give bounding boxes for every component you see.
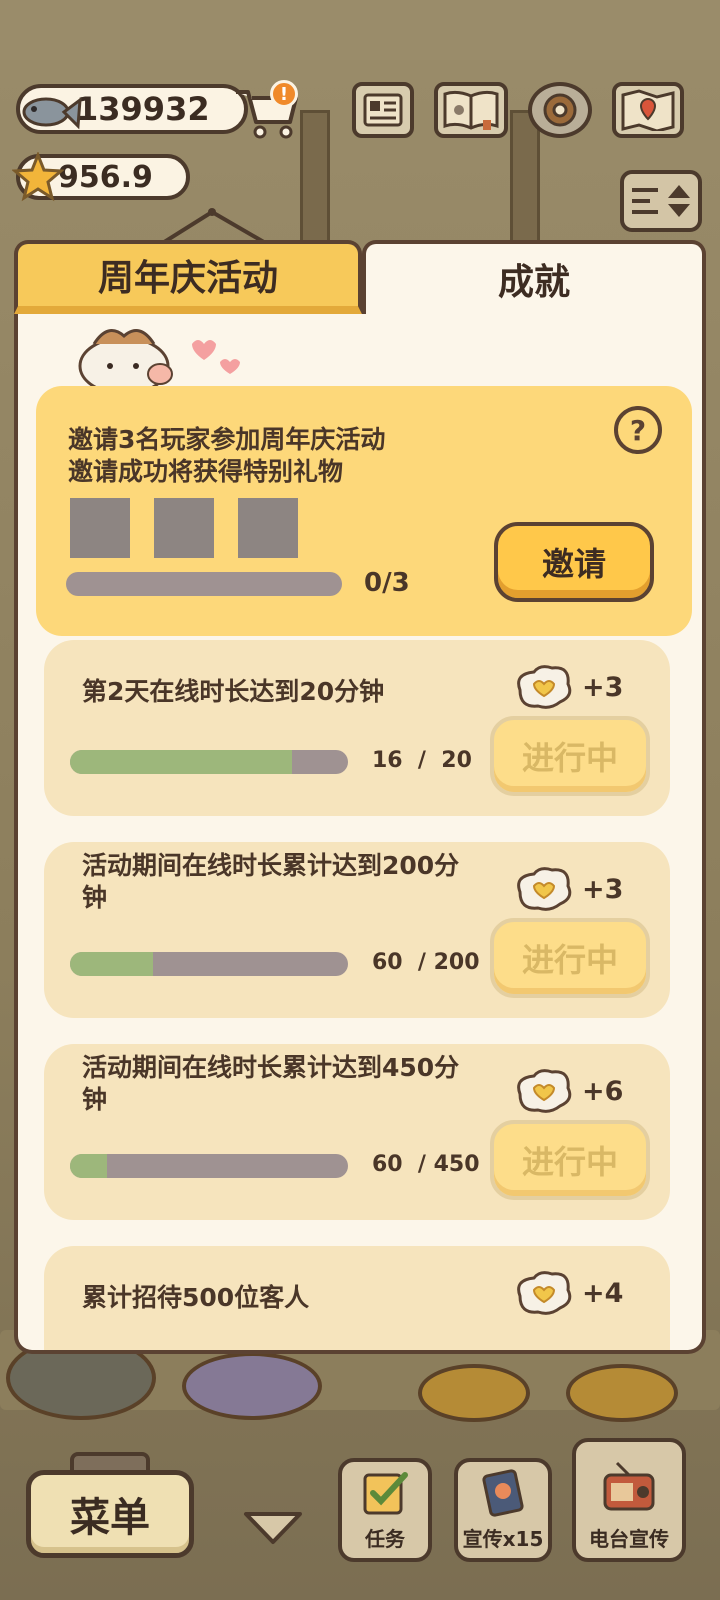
reward-amount: +3	[582, 873, 624, 905]
reward-amount: +6	[582, 1075, 624, 1107]
task-card: 第2天在线时长达到20分钟 +3 16 / 20 进行中	[44, 640, 670, 816]
tab-achievements[interactable]: 成就	[362, 240, 706, 314]
fish-icon	[22, 96, 82, 130]
task-description: 累计招待500位客人	[82, 1283, 310, 1312]
chevron-down-icon[interactable]	[242, 1510, 304, 1546]
promo-label: 宣传x15	[462, 1527, 544, 1551]
book-icon[interactable]	[434, 82, 508, 138]
star-amount: 956.9	[58, 159, 153, 195]
star-currency: 956.9	[12, 152, 190, 202]
task-progress-fill	[70, 952, 154, 976]
invite-slot	[238, 498, 298, 558]
task-card: 活动期间在线时长累计达到450分钟 +6 60 / 450 进行中	[44, 1044, 670, 1220]
help-icon[interactable]: ?	[614, 406, 662, 454]
gear-icon[interactable]	[528, 82, 592, 138]
task-description: 活动期间在线时长累计达到200分钟	[82, 851, 460, 912]
task-progress-fill	[70, 750, 293, 774]
task-progress-bar	[70, 952, 348, 976]
news-icon[interactable]	[352, 82, 414, 138]
radio-icon	[603, 1461, 655, 1511]
in-progress-button[interactable]: 进行中	[490, 918, 650, 998]
invite-button[interactable]: 邀请	[494, 522, 654, 602]
heart-cookie-icon	[517, 1069, 572, 1113]
invite-slot	[70, 498, 130, 558]
fish-currency: 139932	[16, 84, 248, 134]
task-description: 活动期间在线时长累计达到450分钟	[82, 1053, 460, 1114]
sort-toggle-button[interactable]	[620, 170, 702, 232]
in-progress-button[interactable]: 进行中	[490, 1120, 650, 1200]
task-progress-bar	[70, 1154, 348, 1178]
reward-amount: +3	[582, 671, 624, 703]
heart-cookie-icon	[517, 867, 572, 911]
invite-progress-bar	[66, 572, 342, 596]
task-card: 累计招待500位客人 +4	[44, 1246, 670, 1350]
task-progress-text: 16 / 20	[372, 748, 472, 773]
fish-amount: 139932	[76, 90, 210, 128]
event-panel: 邀请3名玩家参加周年庆活动 邀请成功将获得特别礼物 ? 0/3 邀请 第2天在线…	[14, 314, 706, 1354]
radio-promo-label: 电台宣传	[589, 1527, 669, 1551]
task-progress-fill	[70, 1154, 108, 1178]
heart-cookie-icon	[517, 665, 572, 709]
reward: +3	[512, 866, 623, 912]
checklist-icon	[363, 1472, 408, 1515]
tasks-button[interactable]: 任务	[338, 1458, 432, 1562]
invite-title: 邀请3名玩家参加周年庆活动	[68, 425, 386, 454]
task-description: 第2天在线时长达到20分钟	[82, 677, 385, 706]
menu-button[interactable]: 菜单	[26, 1470, 194, 1558]
reward-amount: +4	[582, 1277, 624, 1309]
invite-subtitle: 邀请成功将获得特别礼物	[68, 457, 344, 486]
reward: +3	[512, 664, 623, 710]
in-progress-button[interactable]: 进行中	[490, 716, 650, 796]
tasks-label: 任务	[365, 1527, 405, 1551]
radio-promo-button[interactable]: 电台宣传	[572, 1438, 686, 1562]
invite-progress-text: 0/3	[364, 568, 410, 598]
cart-alert-badge: !	[270, 80, 298, 108]
task-progress-text: 60 / 200	[372, 950, 480, 975]
heart-cookie-icon	[517, 1271, 572, 1315]
list-icon	[632, 188, 658, 214]
reward: +6	[512, 1068, 623, 1114]
invite-card: 邀请3名玩家参加周年庆活动 邀请成功将获得特别礼物 ? 0/3 邀请	[36, 386, 692, 636]
invite-slot	[154, 498, 214, 558]
tab-anniversary[interactable]: 周年庆活动	[14, 240, 362, 314]
reward: +4	[512, 1270, 623, 1316]
star-icon	[12, 152, 64, 202]
promo-button[interactable]: 宣传x15	[454, 1458, 552, 1562]
task-progress-bar	[70, 750, 348, 774]
flyer-icon	[482, 1469, 524, 1517]
task-progress-text: 60 / 450	[372, 1152, 480, 1177]
map-icon[interactable]	[612, 82, 684, 138]
up-down-arrows-icon	[668, 185, 690, 217]
task-card: 活动期间在线时长累计达到200分钟 +3 60 / 200 进行中	[44, 842, 670, 1018]
